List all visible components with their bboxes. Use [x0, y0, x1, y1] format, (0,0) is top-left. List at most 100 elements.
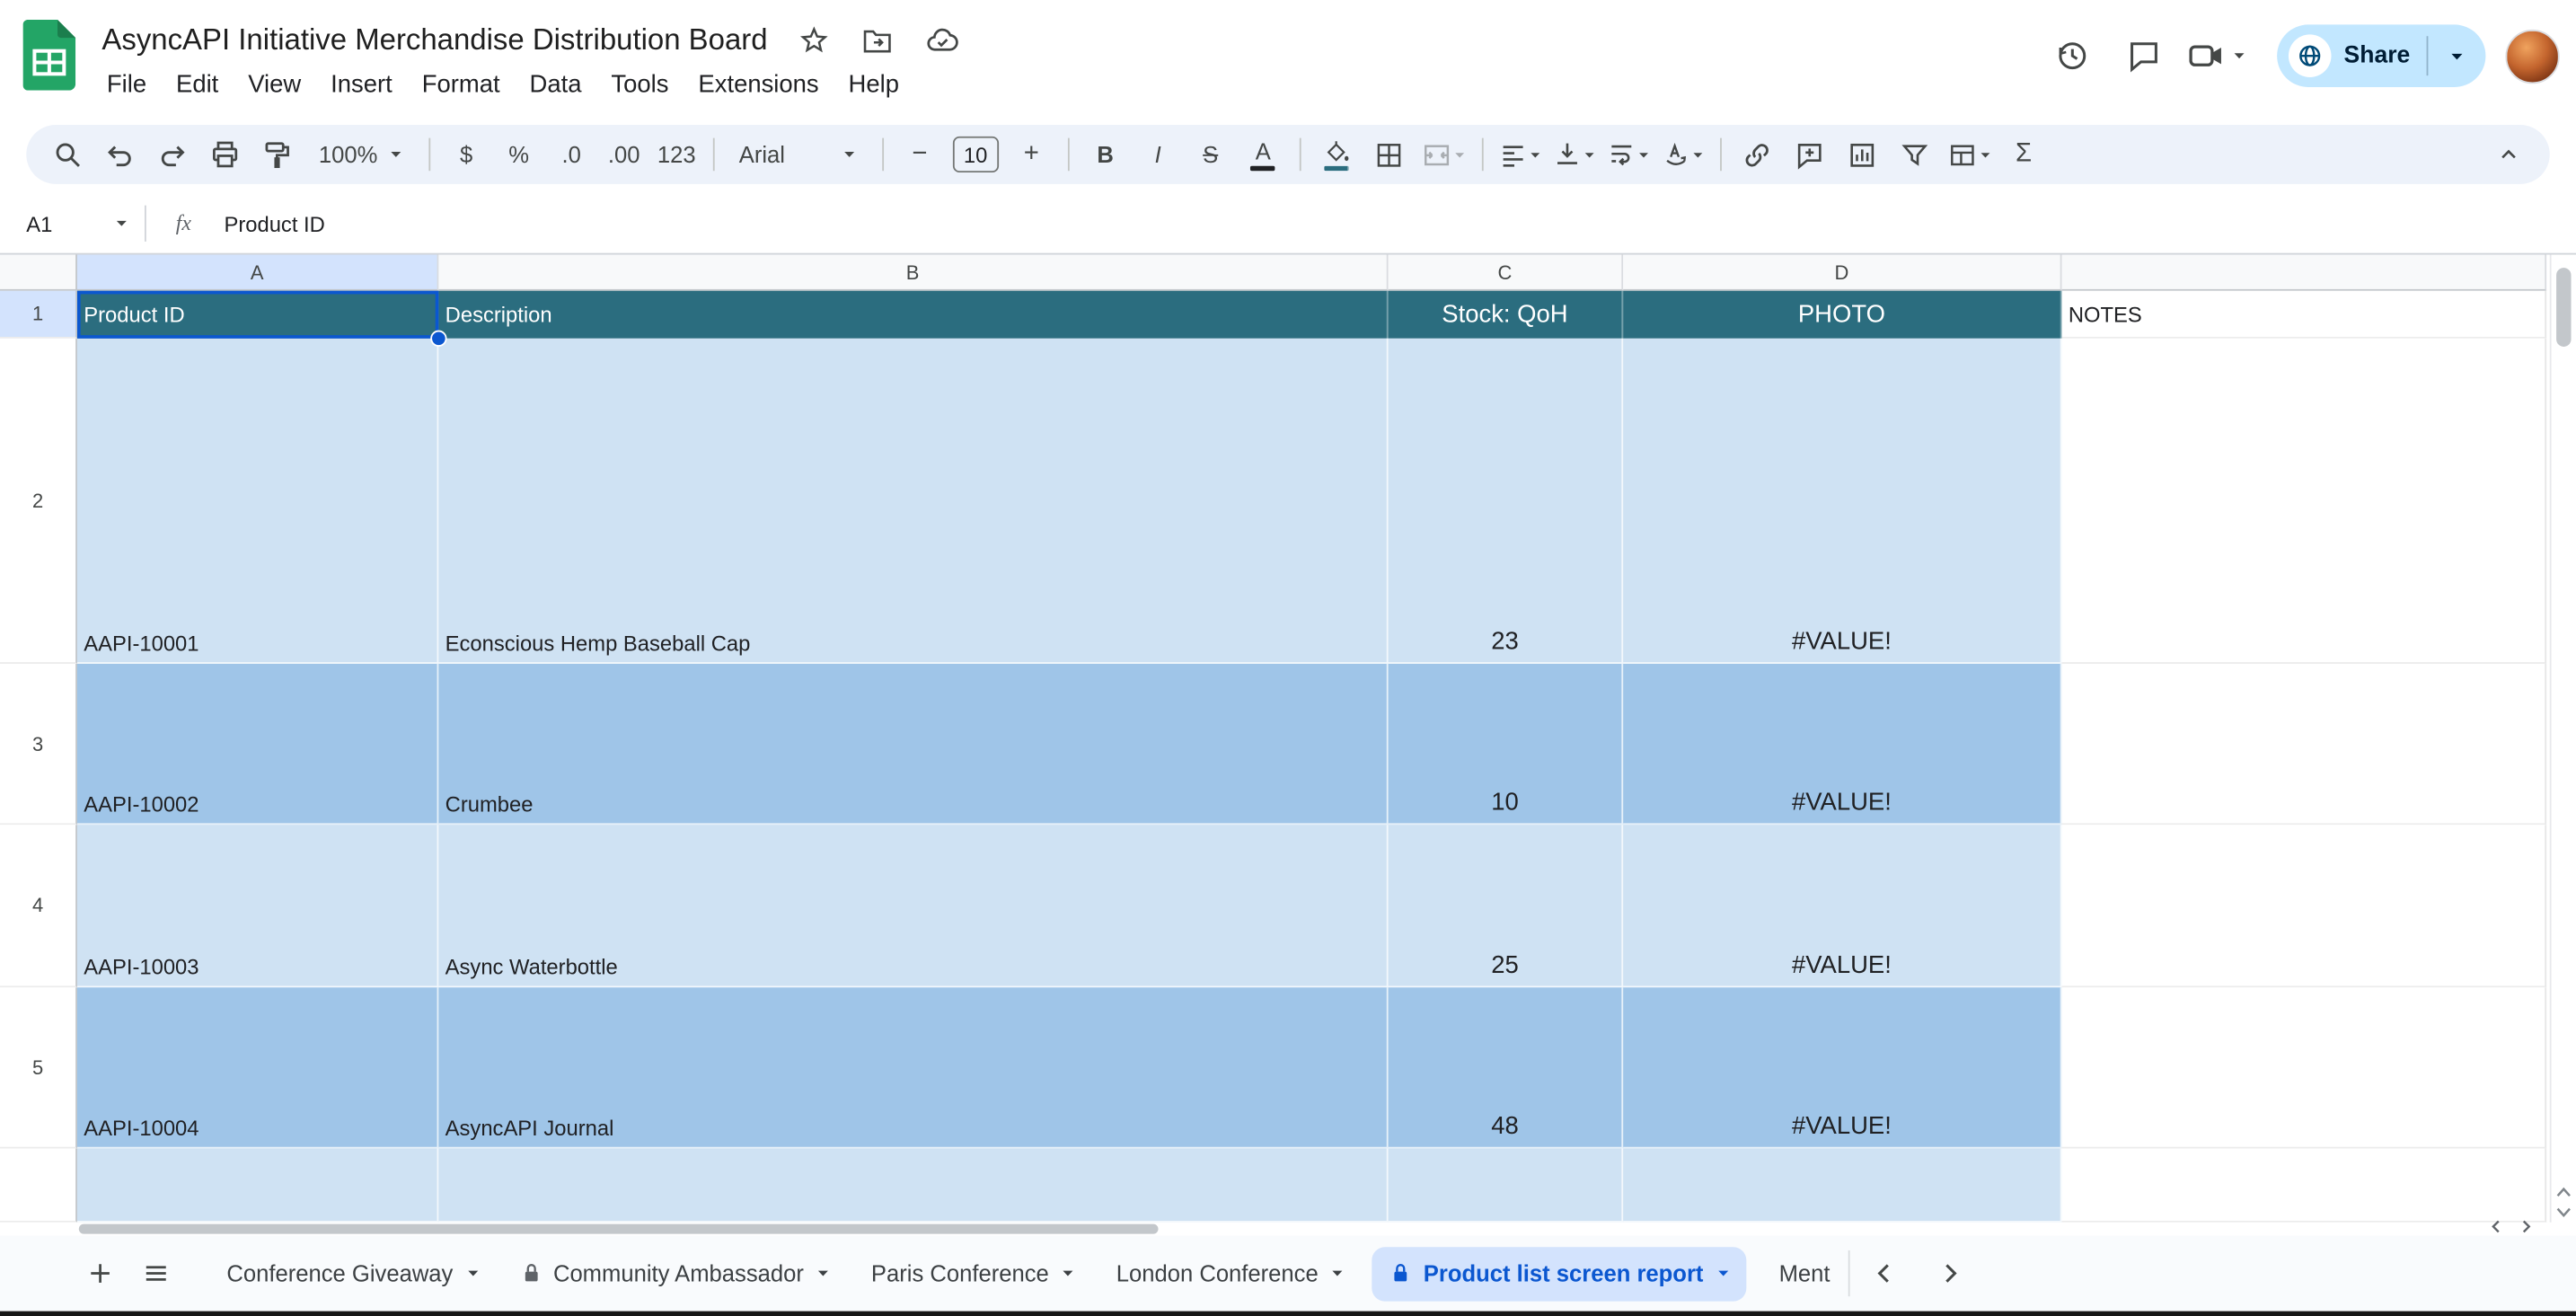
cell-B3[interactable]: Crumbee	[438, 663, 1389, 826]
format-percent-button[interactable]: %	[494, 129, 543, 179]
cell-D5[interactable]: #VALUE!	[1623, 987, 2062, 1149]
format-currency-button[interactable]: $	[442, 129, 491, 179]
col-header-e[interactable]	[2061, 254, 2547, 291]
merge-cells-button[interactable]	[1417, 129, 1470, 179]
version-history-icon[interactable]	[2038, 23, 2104, 89]
cell-D3[interactable]: #VALUE!	[1623, 663, 2062, 826]
italic-button[interactable]: I	[1134, 129, 1183, 179]
menu-data[interactable]: Data	[515, 66, 596, 103]
menu-tools[interactable]: Tools	[596, 66, 684, 103]
cell-C4[interactable]: 25	[1388, 825, 1624, 988]
move-folder-icon[interactable]	[861, 24, 895, 57]
fill-color-button[interactable]	[1312, 129, 1362, 179]
cell-C5[interactable]: 48	[1388, 987, 1624, 1149]
cell-C1[interactable]: Stock: QoH	[1388, 290, 1624, 339]
scroll-right-icon[interactable]	[2515, 1216, 2536, 1238]
cell-D1[interactable]: PHOTO	[1623, 290, 2062, 339]
cell-A5[interactable]: AAPI-10004	[76, 987, 439, 1149]
fill-handle[interactable]	[430, 330, 447, 347]
increase-decimal-button[interactable]: .00	[599, 129, 648, 179]
row-header-5[interactable]: 5	[0, 987, 77, 1149]
comments-icon[interactable]	[2111, 23, 2176, 89]
cell-C6[interactable]	[1388, 1148, 1624, 1223]
bold-button[interactable]: B	[1081, 129, 1130, 179]
cell-D4[interactable]: #VALUE!	[1623, 825, 2062, 988]
formula-input[interactable]: Product ID	[224, 211, 324, 235]
table-views-button[interactable]	[1943, 129, 1996, 179]
cell-E2[interactable]	[2061, 338, 2547, 664]
menu-help[interactable]: Help	[834, 66, 913, 103]
vertical-scrollbar[interactable]	[2549, 254, 2576, 1223]
cell-B4[interactable]: Async Waterbottle	[438, 825, 1389, 988]
filter-icon[interactable]	[1891, 129, 1940, 179]
functions-button[interactable]: Σ	[1999, 129, 2049, 179]
row-header-4[interactable]: 4	[0, 825, 77, 988]
cell-C2[interactable]: 23	[1388, 338, 1624, 664]
tab-paris-conference[interactable]: Paris Conference	[848, 1235, 1093, 1311]
collapse-toolbar-icon[interactable]	[2484, 129, 2534, 179]
text-rotation-button[interactable]	[1657, 129, 1708, 179]
tab-truncated[interactable]: Ment	[1756, 1235, 1841, 1311]
share-button[interactable]: Share	[2277, 34, 2427, 77]
text-color-button[interactable]: A	[1239, 129, 1288, 179]
col-header-a[interactable]: A	[76, 254, 439, 291]
horizontal-scrollbar-thumb[interactable]	[78, 1223, 1159, 1234]
name-box[interactable]: A1	[0, 211, 145, 235]
font-family-select[interactable]: Arial	[726, 129, 870, 179]
cloud-status-icon[interactable]	[925, 23, 959, 57]
tab-london-conference[interactable]: London Conference	[1093, 1235, 1363, 1311]
insert-comment-icon[interactable]	[1786, 129, 1835, 179]
undo-icon[interactable]	[95, 129, 145, 179]
print-icon[interactable]	[200, 129, 250, 179]
tab-community-ambassador[interactable]: Community Ambassador	[498, 1235, 849, 1311]
row-header-6[interactable]	[0, 1148, 77, 1223]
col-header-d[interactable]: D	[1623, 254, 2062, 291]
present-to-meet-button[interactable]	[2183, 36, 2260, 75]
cell-B5[interactable]: AsyncAPI Journal	[438, 987, 1389, 1149]
menu-format[interactable]: Format	[407, 66, 515, 103]
tab-conference-giveaway[interactable]: Conference Giveaway	[204, 1235, 498, 1311]
cell-E5[interactable]	[2061, 987, 2547, 1149]
increase-font-size-button[interactable]: +	[1007, 129, 1056, 179]
scroll-left-icon[interactable]	[2485, 1216, 2507, 1238]
tabs-scroll-left-icon[interactable]	[1857, 1245, 1912, 1301]
borders-button[interactable]	[1365, 129, 1415, 179]
cell-E1[interactable]: NOTES	[2061, 290, 2547, 339]
cell-A4[interactable]: AAPI-10003	[76, 825, 439, 988]
cell-A1[interactable]: Product ID	[76, 290, 439, 339]
cell-C3[interactable]: 10	[1388, 663, 1624, 826]
add-sheet-button[interactable]	[72, 1245, 128, 1301]
share-dropdown-button[interactable]	[2428, 47, 2485, 65]
row-header-3[interactable]: 3	[0, 663, 77, 826]
search-icon[interactable]	[43, 129, 93, 179]
text-wrap-button[interactable]	[1603, 129, 1654, 179]
decrease-font-size-button[interactable]: −	[895, 129, 945, 179]
col-header-c[interactable]: C	[1388, 254, 1624, 291]
vertical-align-button[interactable]	[1548, 129, 1600, 179]
insert-chart-icon[interactable]	[1838, 129, 1887, 179]
cell-E6[interactable]	[2061, 1148, 2547, 1223]
star-icon[interactable]	[798, 24, 830, 56]
menu-edit[interactable]: Edit	[162, 66, 234, 103]
menu-file[interactable]: File	[92, 66, 161, 103]
insert-link-icon[interactable]	[1733, 129, 1782, 179]
redo-icon[interactable]	[148, 129, 198, 179]
more-formats-button[interactable]: 123	[652, 129, 701, 179]
strikethrough-button[interactable]: S	[1186, 129, 1235, 179]
horizontal-scrollbar[interactable]	[0, 1220, 2550, 1236]
horizontal-align-button[interactable]	[1495, 129, 1546, 179]
cell-B1[interactable]: Description	[438, 290, 1389, 339]
tabs-scroll-right-icon[interactable]	[1922, 1245, 1978, 1301]
avatar[interactable]	[2505, 29, 2560, 84]
col-header-b[interactable]: B	[438, 254, 1389, 291]
zoom-select[interactable]: 100%	[305, 129, 417, 179]
sheets-logo-icon[interactable]	[22, 19, 76, 91]
scroll-up-icon[interactable]	[2554, 1185, 2572, 1199]
cell-A3[interactable]: AAPI-10002	[76, 663, 439, 826]
select-all-corner[interactable]	[0, 254, 77, 291]
cell-E4[interactable]	[2061, 825, 2547, 988]
paint-format-icon[interactable]	[253, 129, 303, 179]
cell-D2[interactable]: #VALUE!	[1623, 338, 2062, 664]
all-sheets-button[interactable]	[128, 1245, 184, 1301]
row-header-2[interactable]: 2	[0, 338, 77, 664]
